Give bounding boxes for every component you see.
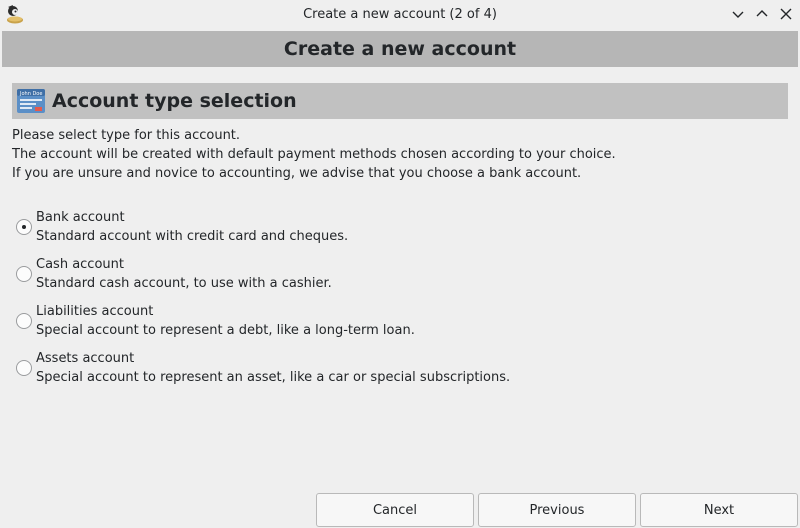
window-titlebar: Create a new account (2 of 4) <box>0 0 800 29</box>
option-bank-account[interactable]: Bank account Standard account with credi… <box>12 208 788 255</box>
radio-button[interactable] <box>16 266 32 282</box>
intro-line: The account will be created with default… <box>12 147 616 162</box>
bank-card-icon: John Doe <box>16 86 46 116</box>
minimize-button[interactable] <box>728 4 748 24</box>
option-label: Assets account <box>36 351 135 366</box>
close-icon <box>780 8 792 20</box>
radio-button[interactable] <box>16 360 32 376</box>
intro-text: Please select type for this account. The… <box>12 126 788 183</box>
intro-line: If you are unsure and novice to accounti… <box>12 166 582 181</box>
radio-button[interactable] <box>16 313 32 329</box>
radio-button[interactable] <box>16 219 32 235</box>
option-label: Liabilities account <box>36 304 154 319</box>
option-description: Special account to represent an asset, l… <box>36 370 511 385</box>
cancel-button[interactable]: Cancel <box>316 493 474 527</box>
maximize-button[interactable] <box>752 4 772 24</box>
close-button[interactable] <box>776 4 796 24</box>
wizard-header-title: Create a new account <box>283 38 517 60</box>
option-description: Standard cash account, to use with a cas… <box>36 276 332 291</box>
option-description: Standard account with credit card and ch… <box>36 229 349 244</box>
option-description: Special account to represent a debt, lik… <box>36 323 415 338</box>
account-type-options: Bank account Standard account with credi… <box>12 208 788 396</box>
option-assets-account[interactable]: Assets account Special account to repres… <box>12 349 788 396</box>
chevron-down-icon <box>732 11 744 18</box>
wizard-header: Create a new account <box>2 31 798 67</box>
option-liabilities-account[interactable]: Liabilities account Special account to r… <box>12 302 788 349</box>
previous-button[interactable]: Previous <box>478 493 636 527</box>
window-title: Create a new account (2 of 4) <box>303 7 497 22</box>
section-title: Account type selection <box>52 90 297 112</box>
chevron-up-icon <box>756 10 768 17</box>
option-label: Bank account <box>36 210 125 225</box>
next-button[interactable]: Next <box>640 493 798 527</box>
card-name-text: John Doe <box>19 91 42 97</box>
intro-line: Please select type for this account. <box>12 128 241 143</box>
section-header: John Doe Account type selection <box>12 83 788 119</box>
option-label: Cash account <box>36 257 124 272</box>
option-cash-account[interactable]: Cash account Standard cash account, to u… <box>12 255 788 302</box>
